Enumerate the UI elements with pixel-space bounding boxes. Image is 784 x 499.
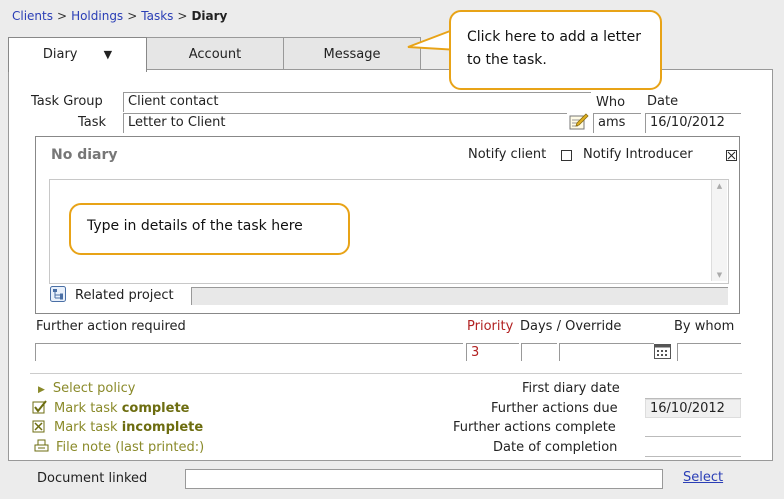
breadcrumb-tasks[interactable]: Tasks xyxy=(141,9,173,23)
date-label: Date xyxy=(647,94,679,109)
scroll-up-icon[interactable]: ▲ xyxy=(712,182,727,190)
mark-complete-link[interactable]: Mark task complete xyxy=(32,400,189,416)
divider xyxy=(30,373,742,374)
tab-account-label: Account xyxy=(188,47,242,62)
further-action-label: Further action required xyxy=(36,319,186,334)
breadcrumb-clients[interactable]: Clients xyxy=(12,9,53,23)
related-project-icon[interactable] xyxy=(50,286,67,303)
diary-title: No diary xyxy=(51,147,118,163)
priority-field[interactable]: 3 xyxy=(466,343,519,361)
message-tab-callout-text: Click here to add a letter to the task. xyxy=(467,29,641,68)
tab-diary[interactable]: Diary ▼ xyxy=(8,37,147,72)
select-policy-link[interactable]: ▶ Select policy xyxy=(38,381,135,396)
breadcrumb-separator: > xyxy=(127,9,138,23)
further-actions-due-value: 16/10/2012 xyxy=(645,399,741,418)
days-override-label: Days / Override xyxy=(520,319,622,334)
who-label: Who xyxy=(596,95,626,110)
diary-text-callout: Type in details of the task here xyxy=(69,203,350,255)
date-of-completion-value xyxy=(645,438,741,457)
check-x-icon xyxy=(727,151,736,160)
notify-client-label: Notify client xyxy=(468,147,547,162)
first-diary-date-value xyxy=(645,380,741,399)
diary-text-callout-text: Type in details of the task here xyxy=(87,218,303,234)
further-action-field[interactable] xyxy=(35,343,463,361)
mark-complete-prefix: Mark task xyxy=(54,401,122,416)
related-project-label: Related project xyxy=(75,288,174,303)
further-actions-complete-value xyxy=(645,418,741,437)
priority-label: Priority xyxy=(467,319,514,334)
task-group-label: Task Group xyxy=(31,94,103,109)
scroll-down-icon[interactable]: ▼ xyxy=(712,271,727,279)
task-field[interactable]: Letter to Client xyxy=(123,113,567,133)
message-tab-callout: Click here to add a letter to the task. xyxy=(449,10,662,90)
dropdown-arrow-icon[interactable]: ▼ xyxy=(104,48,112,61)
notify-introducer-checkbox[interactable] xyxy=(726,150,738,161)
task-label: Task xyxy=(78,115,107,130)
printer-icon xyxy=(34,439,49,452)
file-note-link[interactable]: File note (last printed:) xyxy=(34,439,204,455)
breadcrumb-separator: > xyxy=(177,9,188,23)
tab-message-label: Message xyxy=(323,47,381,62)
days-field[interactable] xyxy=(521,343,557,361)
breadcrumb-separator: > xyxy=(57,9,68,23)
document-linked-field[interactable] xyxy=(185,469,663,489)
further-actions-due-label: Further actions due xyxy=(491,401,618,416)
by-whom-field[interactable] xyxy=(677,343,741,361)
task-group-field[interactable]: Client contact xyxy=(123,92,591,112)
mark-incomplete-prefix: Mark task xyxy=(54,420,122,435)
mark-incomplete-bold: incomplete xyxy=(121,420,204,435)
checkbox-x-icon xyxy=(32,420,45,433)
document-linked-label: Document linked xyxy=(37,471,148,486)
tab-diary-label: Diary xyxy=(42,47,78,62)
mark-complete-bold: complete xyxy=(121,401,190,416)
related-project-field[interactable] xyxy=(191,287,728,305)
checkbox-checked-icon xyxy=(32,400,47,414)
play-arrow-icon: ▶ xyxy=(38,385,45,395)
edit-note-icon[interactable] xyxy=(568,112,590,132)
diary-scrollbar[interactable]: ▲ ▼ xyxy=(711,180,727,281)
notify-client-checkbox[interactable] xyxy=(561,150,572,161)
document-select-link[interactable]: Select xyxy=(683,470,723,485)
breadcrumb-current: Diary xyxy=(191,9,228,23)
select-policy-label: Select policy xyxy=(52,381,136,396)
notify-introducer-label: Notify Introducer xyxy=(583,147,693,162)
override-date-field[interactable] xyxy=(559,343,654,361)
breadcrumb: Clients > Holdings > Tasks > Diary xyxy=(12,9,227,23)
breadcrumb-holdings[interactable]: Holdings xyxy=(71,9,123,23)
by-whom-label: By whom xyxy=(674,319,735,334)
calendar-icon[interactable] xyxy=(654,344,672,360)
first-diary-date-label: First diary date xyxy=(522,381,620,396)
who-field[interactable]: ams xyxy=(593,113,641,133)
date-field[interactable]: 16/10/2012 xyxy=(645,113,741,133)
further-actions-complete-label: Further actions complete xyxy=(453,420,616,435)
date-of-completion-label: Date of completion xyxy=(493,440,618,455)
tab-account[interactable]: Account xyxy=(146,37,284,70)
mark-incomplete-link[interactable]: Mark task incomplete xyxy=(32,419,203,435)
file-note-label: File note (last printed:) xyxy=(56,440,205,455)
